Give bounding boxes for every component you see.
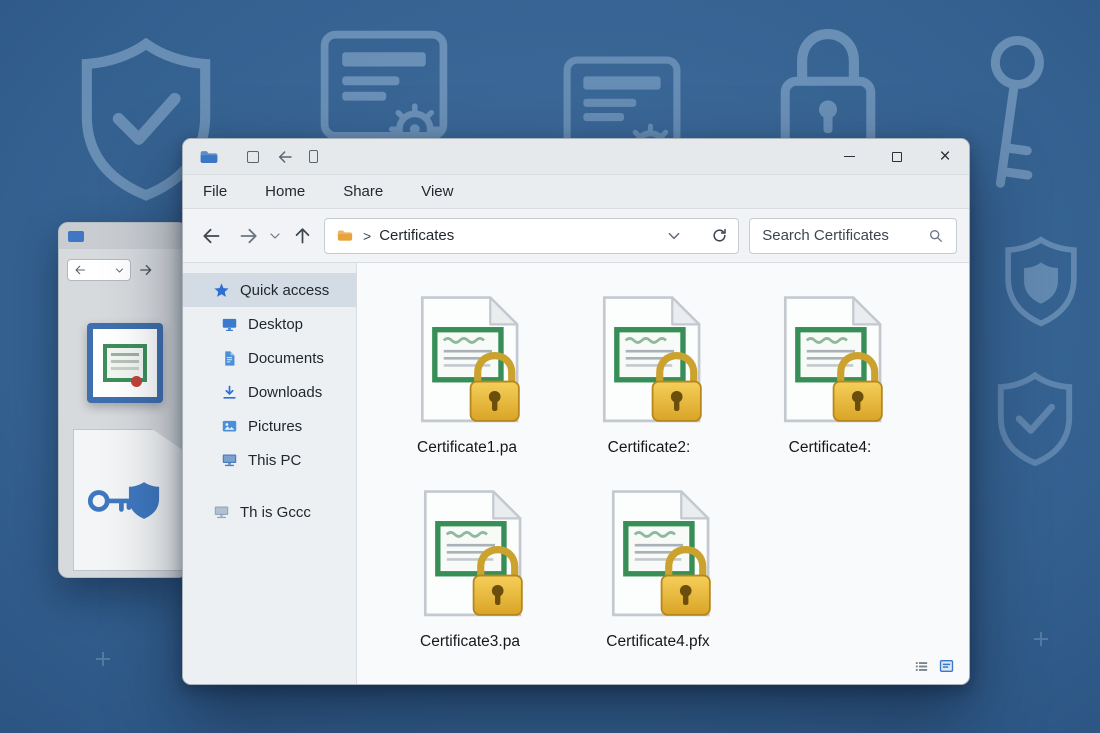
- sidebar-item-label: Pictures: [248, 418, 302, 435]
- menu-share[interactable]: Share: [343, 183, 383, 200]
- sidebar-item-label: Documents: [248, 350, 324, 367]
- forward-button[interactable]: [139, 263, 153, 277]
- toolbar-arrow-icon[interactable]: [277, 149, 293, 165]
- chevron-down-icon: [115, 266, 124, 275]
- window-controls: ×: [825, 139, 969, 174]
- key-shield-icon: [85, 467, 171, 533]
- sidebar-item-downloads[interactable]: Downloads: [183, 375, 356, 409]
- computer-icon: [221, 452, 238, 469]
- file-certificate4b[interactable]: Certificate4.pfx: [583, 485, 733, 651]
- document-icon: [221, 350, 238, 367]
- computer-icon: [213, 504, 230, 521]
- toolbar-square-icon[interactable]: [247, 151, 259, 163]
- sparkle-plus-icon: [1034, 632, 1048, 646]
- folder-icon: [335, 227, 355, 244]
- search-icon[interactable]: [928, 228, 944, 244]
- recent-locations-chevron-icon[interactable]: [269, 230, 281, 242]
- background-window-toolbar: [67, 259, 179, 281]
- sidebar-item-quick-access[interactable]: Quick access: [183, 273, 356, 307]
- file-certificate4a[interactable]: Certificate4:: [755, 291, 905, 457]
- sidebar-item-desktop[interactable]: Desktop: [183, 307, 356, 341]
- sidebar-item-label: Th is Gccc: [240, 504, 311, 521]
- folder-icon: [197, 147, 221, 167]
- minimize-icon: [844, 156, 855, 157]
- shield-check-icon: [986, 372, 1084, 468]
- close-button[interactable]: ×: [921, 139, 969, 174]
- toolbar-panel-icon[interactable]: [309, 150, 318, 163]
- arrow-right-icon: [139, 263, 153, 277]
- window-body: Quick access Desktop Documents Downloads…: [183, 263, 969, 684]
- refresh-icon[interactable]: [711, 227, 728, 244]
- maximize-button[interactable]: [873, 139, 921, 174]
- address-bar[interactable]: > Certificates: [324, 218, 739, 254]
- certificate-lock-icon: [590, 291, 708, 431]
- sidebar-item-pictures[interactable]: Pictures: [183, 409, 356, 443]
- window-icon: [68, 231, 84, 242]
- file-explorer-window: × File Home Share View > Certificates: [182, 138, 970, 685]
- sidebar-item-label: This PC: [248, 452, 301, 469]
- sparkle-plus-icon: [96, 652, 110, 666]
- download-icon: [221, 384, 238, 401]
- search-box[interactable]: Search Certificates: [749, 218, 957, 254]
- back-icon[interactable]: [201, 226, 221, 246]
- sidebar-item-documents[interactable]: Documents: [183, 341, 356, 375]
- background-window-titlebar: [59, 223, 187, 249]
- sidebar-item-label: Desktop: [248, 316, 303, 333]
- menu-bar: File Home Share View: [183, 175, 969, 209]
- details-view-icon[interactable]: [914, 659, 929, 674]
- background-window: [58, 222, 188, 578]
- breadcrumb[interactable]: Certificates: [379, 227, 454, 244]
- certificate-lock-icon: [411, 485, 529, 625]
- breadcrumb-separator: >: [363, 228, 371, 244]
- address-dropdown-chevron-icon[interactable]: [667, 229, 681, 243]
- certificate-lock-icon: [408, 291, 526, 431]
- menu-file[interactable]: File: [203, 183, 227, 200]
- maximize-icon: [892, 152, 902, 162]
- minimize-button[interactable]: [825, 139, 873, 174]
- menu-home[interactable]: Home: [265, 183, 305, 200]
- certificate-thumbnail: [87, 323, 163, 403]
- forward-icon[interactable]: [239, 226, 259, 246]
- menu-view[interactable]: View: [421, 183, 453, 200]
- navigation-bar: > Certificates Search Certificates: [183, 209, 969, 263]
- close-icon: ×: [939, 147, 950, 166]
- star-icon: [213, 282, 230, 299]
- desktop-background: × File Home Share View > Certificates: [0, 0, 1100, 733]
- file-list: Certificate1.pa Certificate2: Certificat…: [357, 263, 969, 684]
- sidebar-item-label: Downloads: [248, 384, 322, 401]
- thumbnail-view-icon[interactable]: [938, 658, 955, 674]
- certificate-thumbnail-inner: [93, 329, 157, 397]
- file-certificate3[interactable]: Certificate3.pa: [395, 485, 545, 651]
- sidebar-item-label: Quick access: [240, 282, 329, 299]
- certificate-image: [103, 344, 147, 382]
- file-certificate2[interactable]: Certificate2:: [574, 291, 724, 457]
- sidebar-item-extra[interactable]: Th is Gccc: [183, 495, 356, 529]
- shield-icon: [998, 236, 1084, 330]
- certificate-lock-icon: [771, 291, 889, 431]
- back-button[interactable]: [67, 259, 131, 281]
- file-name: Certificate1.pa: [417, 439, 517, 457]
- file-certificate1[interactable]: Certificate1.pa: [392, 291, 542, 457]
- picture-icon: [221, 418, 238, 435]
- file-name: Certificate3.pa: [420, 633, 520, 651]
- monitor-icon: [221, 316, 238, 333]
- titlebar[interactable]: ×: [183, 139, 969, 175]
- sidebar: Quick access Desktop Documents Downloads…: [183, 263, 357, 684]
- file-name: Certificate4.pfx: [606, 633, 709, 651]
- view-toggles: [914, 658, 955, 674]
- arrow-left-icon: [74, 264, 86, 276]
- file-name: Certificate4:: [789, 439, 872, 457]
- sidebar-item-this-pc[interactable]: This PC: [183, 443, 356, 477]
- key-shield-file-icon: [73, 429, 183, 571]
- file-name: Certificate2:: [608, 439, 691, 457]
- certificate-lock-icon: [599, 485, 717, 625]
- up-icon[interactable]: [293, 226, 312, 245]
- search-placeholder: Search Certificates: [762, 227, 928, 244]
